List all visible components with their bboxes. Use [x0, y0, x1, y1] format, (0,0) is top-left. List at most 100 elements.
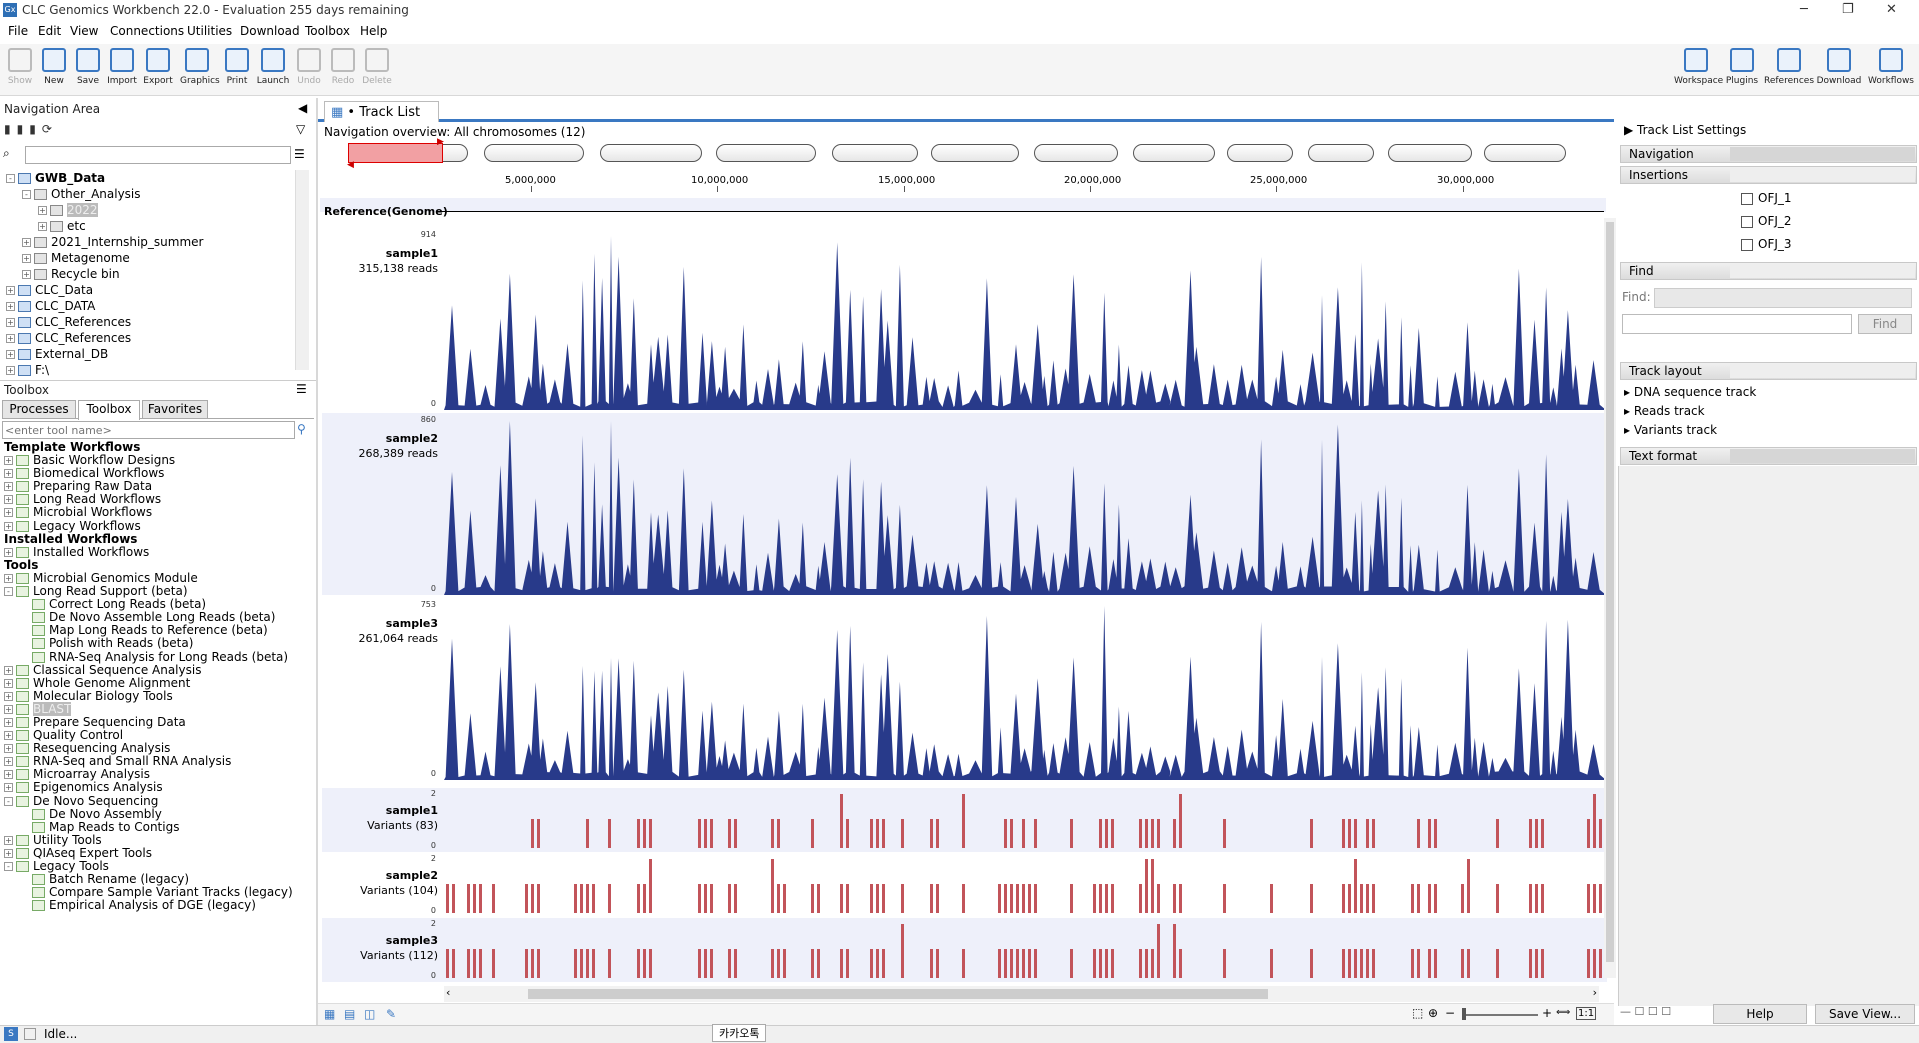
- variant-bar[interactable]: [1366, 949, 1369, 978]
- expand-icon[interactable]: +: [4, 495, 13, 505]
- close-icon[interactable]: ✕: [1886, 2, 1897, 17]
- expand-icon[interactable]: +: [22, 254, 31, 263]
- expand-icon[interactable]: +: [6, 350, 15, 359]
- variant-bar[interactable]: [1495, 884, 1499, 913]
- variant-bar[interactable]: [637, 949, 641, 978]
- variant-bar[interactable]: [1309, 884, 1313, 913]
- variant-bar[interactable]: [1427, 819, 1431, 848]
- nav-tree-item[interactable]: + CLC_References: [6, 314, 294, 330]
- menu-download[interactable]: Download: [240, 24, 300, 38]
- variant-bar[interactable]: [998, 949, 1002, 978]
- nav-tree-item[interactable]: + CLC_References: [6, 330, 294, 346]
- menu-view[interactable]: View: [70, 24, 98, 38]
- print-button[interactable]: Print: [220, 48, 254, 86]
- expand-icon[interactable]: +: [6, 366, 15, 375]
- variant-bar[interactable]: [816, 884, 820, 913]
- variant-bar[interactable]: [1034, 949, 1038, 978]
- variant-bar[interactable]: [875, 819, 879, 848]
- variant-bar[interactable]: [1093, 949, 1097, 978]
- expand-icon[interactable]: +: [4, 521, 13, 531]
- variant-bar[interactable]: [1004, 884, 1008, 913]
- variant-bar[interactable]: [782, 949, 786, 978]
- selection-right-handle[interactable]: ▶: [437, 137, 444, 147]
- variant-bar[interactable]: [733, 884, 737, 913]
- variant-bar[interactable]: [782, 884, 786, 913]
- variant-bar[interactable]: [810, 884, 814, 913]
- variant-bar[interactable]: [1348, 819, 1351, 848]
- variant-bar[interactable]: [930, 884, 934, 913]
- variant-bar[interactable]: [1366, 884, 1369, 913]
- variant-bar[interactable]: [607, 819, 611, 848]
- variant-bar[interactable]: [1354, 859, 1357, 913]
- expand-icon[interactable]: +: [4, 835, 13, 845]
- filter-icon[interactable]: ▽: [296, 122, 305, 136]
- nav-tree-item[interactable]: +2022: [6, 202, 294, 218]
- variant-bar[interactable]: [810, 949, 814, 978]
- nav-tree-item[interactable]: - Other_Analysis: [6, 186, 294, 202]
- launch-button[interactable]: Launch: [256, 48, 290, 86]
- variant-bar[interactable]: [930, 819, 934, 848]
- variant-bar[interactable]: [875, 949, 879, 978]
- variant-bar[interactable]: [591, 949, 595, 978]
- variant-bar[interactable]: [1004, 949, 1008, 978]
- variant-bar[interactable]: [1360, 949, 1363, 978]
- menu-edit[interactable]: Edit: [38, 24, 61, 38]
- scroll-left-icon[interactable]: ‹: [446, 986, 450, 999]
- variant-bar[interactable]: [643, 949, 647, 978]
- expand-icon[interactable]: +: [4, 757, 13, 767]
- find-type-dropdown[interactable]: [1654, 288, 1912, 308]
- hscroll-thumb[interactable]: [528, 989, 1268, 999]
- variant-bar[interactable]: [710, 884, 714, 913]
- variant-bar[interactable]: [727, 884, 731, 913]
- variant-bar[interactable]: [1145, 859, 1149, 913]
- expand-icon[interactable]: +: [4, 744, 13, 754]
- variant-bar[interactable]: [1111, 884, 1115, 913]
- variant-bar[interactable]: [710, 949, 714, 978]
- collapse-panel-icon[interactable]: ◀: [298, 101, 307, 115]
- expand-icon[interactable]: +: [6, 286, 15, 295]
- variant-bar[interactable]: [643, 884, 647, 913]
- variant-bar[interactable]: [936, 884, 940, 913]
- variant-bar[interactable]: [1139, 819, 1143, 848]
- variant-bar[interactable]: [704, 819, 708, 848]
- variant-bar[interactable]: [1028, 884, 1032, 913]
- variant-bar[interactable]: [1178, 949, 1182, 978]
- insertion-checkbox-2[interactable]: OFJ_2: [1741, 214, 1792, 228]
- variant-bar[interactable]: [962, 794, 966, 848]
- nav-tree-item[interactable]: + F:\: [6, 362, 294, 378]
- chromosome-pill[interactable]: [484, 144, 584, 162]
- show-button[interactable]: Show: [3, 48, 37, 86]
- variant-bar[interactable]: [962, 884, 966, 913]
- variant-bar[interactable]: [537, 884, 541, 913]
- menu-help[interactable]: Help: [360, 24, 387, 38]
- variant-bar[interactable]: [1593, 794, 1597, 848]
- variant-bar[interactable]: [446, 949, 449, 978]
- collapse-icon[interactable]: -: [6, 174, 15, 183]
- variant-bar[interactable]: [531, 819, 535, 848]
- undo-button[interactable]: Undo: [292, 48, 326, 86]
- toolbox-menu-icon[interactable]: ☰: [296, 382, 307, 396]
- scroll-right-icon[interactable]: ›: [1593, 986, 1597, 999]
- expand-icon[interactable]: +: [4, 717, 13, 727]
- variant-bar[interactable]: [770, 819, 774, 848]
- zoom-in-icon[interactable]: +: [1542, 1006, 1552, 1020]
- variant-bar[interactable]: [845, 884, 849, 913]
- toolbox-item[interactable]: + Molecular Biology Tools: [4, 689, 310, 703]
- navigation-section[interactable]: Navigation: [1620, 145, 1917, 163]
- history-view-icon[interactable]: ✎: [386, 1007, 396, 1021]
- variant-bar[interactable]: [1495, 949, 1499, 978]
- chromosome-pill[interactable]: [600, 144, 702, 162]
- variant-bar[interactable]: [1151, 819, 1155, 848]
- save-view-button[interactable]: Save View...: [1815, 1004, 1915, 1024]
- variant-bar[interactable]: [478, 884, 482, 913]
- navigation-scrollbar[interactable]: [295, 170, 309, 370]
- variant-bar[interactable]: [1178, 794, 1182, 848]
- chromosome-pill[interactable]: [716, 144, 816, 162]
- variant-bar[interactable]: [573, 884, 577, 913]
- variant-bar[interactable]: [1366, 819, 1369, 848]
- variant-bar[interactable]: [1022, 884, 1026, 913]
- variant-bar[interactable]: [1172, 884, 1176, 913]
- variant-bar[interactable]: [1099, 949, 1103, 978]
- variant-bar[interactable]: [1372, 819, 1375, 848]
- menu-connections[interactable]: Connections: [110, 24, 184, 38]
